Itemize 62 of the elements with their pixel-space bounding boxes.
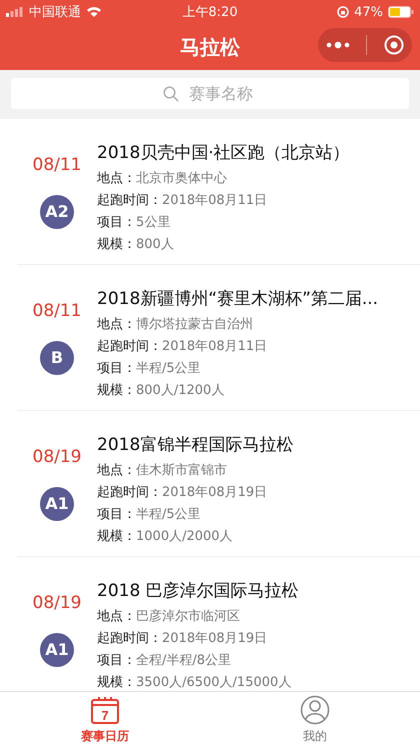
grade-badge: B [40,340,74,374]
wifi-icon [86,6,102,18]
grade-badge: A1 [40,632,74,666]
field-value: 1000人/2000人 [136,528,233,546]
search-icon [163,86,179,102]
profile-icon [300,694,330,724]
event-title: 2018 巴彦淖尔国际马拉松 [97,580,299,602]
field-label: 项目： [97,506,136,524]
event-title: 2018贝壳中国·社区跑（北京站） [97,142,350,164]
battery-icon [388,6,414,18]
field-value: 2018年08月19日 [162,630,268,648]
close-mini-program-icon[interactable] [384,35,404,55]
field-value: 佳木斯市富锦市 [136,462,227,480]
field-label: 地点： [97,608,136,626]
field-label: 规模： [97,382,136,400]
event-date: 08/19 [32,446,82,466]
field-value: 半程/5公里 [136,360,201,378]
event-title: 2018新疆博州“赛里木湖杯”第二届... [97,288,378,310]
more-icon[interactable] [326,41,350,49]
field-value: 北京市奥体中心 [136,170,227,188]
carrier-name: 中国联通 [29,4,81,21]
field-value: 博尔塔拉蒙古自治州 [136,316,253,334]
battery-percent: 47% [354,4,383,20]
event-date: 08/11 [32,300,82,320]
field-value: 半程/5公里 [136,506,201,524]
grade-badge: A2 [40,194,74,228]
signal-icon [6,7,24,17]
field-label: 规模： [97,236,136,254]
field-label: 起跑时间： [97,338,162,356]
field-label: 起跑时间： [97,484,162,502]
tab-item[interactable]: 我的 [210,692,420,747]
field-label: 规模： [97,528,136,546]
field-value: 800人/1200人 [136,382,224,400]
field-label: 规模： [97,674,136,691]
event-title: 2018富锦半程国际马拉松 [97,434,294,456]
event-card[interactable]: 08/19 A1 2018富锦半程国际马拉松 地点：佳木斯市富锦市 起跑时间：2018年08月19日 项目：半程/5公里 规模：1000人/2000人 [17,411,420,557]
event-date: 08/19 [32,592,82,612]
event-card[interactable]: 08/11 A2 2018贝壳中国·社区跑（北京站） 地点：北京市奥体中心 起跑时间：2018年08月11日 项目：5公里 规模：800人 [17,119,420,265]
tab-item[interactable]: 7 赛事日历 [0,692,210,747]
field-label: 地点： [97,316,136,334]
field-label: 项目： [97,652,136,670]
grade-badge: A1 [40,486,74,520]
field-label: 项目： [97,360,136,378]
field-value: 2018年08月11日 [162,192,268,210]
field-value: 800人 [136,236,174,254]
field-value: 巴彦淖尔市临河区 [136,608,240,626]
field-value: 5公里 [136,214,170,232]
search-field[interactable]: 赛事名称 [11,78,409,109]
field-value: 全程/半程/8公里 [136,652,232,670]
field-value: 2018年08月19日 [162,484,268,502]
page-title: 马拉松 [180,34,240,60]
event-card[interactable]: 08/11 B 2018新疆博州“赛里木湖杯”第二届... 地点：博尔塔拉蒙古自治州 起跑时间：2018年08月11日 项目：半程/5公里 规模：800人/1200人 [17,265,420,411]
field-value: 2018年08月11日 [162,338,268,356]
field-label: 项目： [97,214,136,232]
field-label: 地点： [97,170,136,188]
status-time: 上午8:20 [182,4,238,21]
field-value: 3500人/6500人/15000人 [136,674,292,691]
field-label: 地点： [97,462,136,480]
field-label: 起跑时间： [97,630,162,648]
field-label: 起跑时间： [97,192,162,210]
rotation-lock-icon [337,6,350,18]
event-date: 08/11 [32,154,82,174]
